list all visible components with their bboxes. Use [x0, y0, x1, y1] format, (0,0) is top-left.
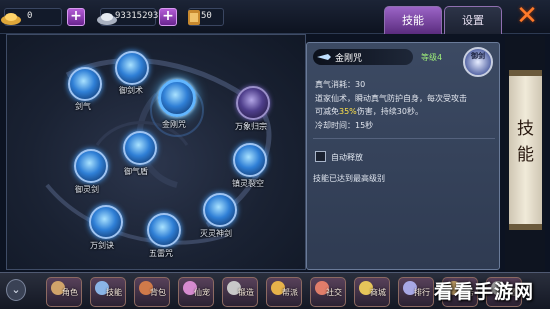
skill-node-sword-qi[interactable] — [68, 67, 102, 101]
skill-node-label: 剑气 — [75, 102, 91, 111]
desc-text: 伤害，持续30秒。 — [356, 107, 423, 116]
tab-skills[interactable]: 技能 — [384, 6, 442, 34]
skill-node-label: 御灵剑 — [75, 185, 99, 194]
nav-label: 仙宠 — [194, 288, 210, 297]
silver-currency: 933152938 — [97, 8, 164, 26]
nav-label: 排行 — [414, 288, 430, 297]
nav-bag[interactable]: 背包 — [134, 277, 170, 307]
divider — [313, 138, 495, 139]
damage-reduction-percent: 35% — [339, 107, 357, 116]
skill-node-five-thunder[interactable] — [147, 213, 181, 247]
skill-description-line-1: 道家仙术，瞬动真气防护自身，每次受攻击 — [315, 94, 467, 103]
skill-node-spirit-rift[interactable] — [233, 143, 267, 177]
max-level-notice: 技能已达到最高级别 — [313, 174, 385, 183]
skill-node-label: 五雷咒 — [149, 249, 173, 258]
add-gold-button[interactable]: + — [67, 8, 85, 26]
side-title-scroll: 技 能 — [505, 36, 545, 274]
watermark-text: 看看手游网 — [434, 281, 535, 303]
skill-node-label: 万剑诀 — [90, 241, 114, 250]
nav-pet[interactable]: 仙宠 — [178, 277, 214, 307]
auto-release-checkbox[interactable] — [315, 151, 326, 162]
portrait-label: 御剑 — [471, 52, 485, 60]
gold-ingot-icon — [1, 13, 21, 25]
nav-label: 角色 — [62, 288, 78, 297]
skill-detail-panel: 金刚咒 等级4 御剑 真气消耗：30 道家仙术，瞬动真气防护自身，每次受攻击 可… — [306, 42, 500, 270]
skill-name: 金刚咒 — [335, 54, 363, 64]
sword-icon — [317, 54, 331, 60]
skill-name-bar: 金刚咒 — [313, 49, 413, 65]
nav-label: 帮派 — [282, 288, 298, 297]
nav-character[interactable]: 角色 — [46, 277, 82, 307]
skill-node-label: 灭灵神剑 — [200, 229, 232, 238]
nav-label: 社交 — [326, 288, 342, 297]
skill-node-spirit-sword[interactable] — [74, 149, 108, 183]
skill-node-label: 御剑术 — [119, 86, 143, 95]
skill-node-qi-shield[interactable] — [123, 131, 157, 165]
desc-text: 可减免 — [315, 107, 339, 116]
gold-value: 0 — [27, 11, 33, 21]
skill-level: 等级4 — [421, 53, 443, 62]
nav-guild[interactable]: 帮派 — [266, 277, 302, 307]
skill-node-myriad-return[interactable] — [236, 86, 270, 120]
skill-node-golden-shield[interactable] — [158, 79, 196, 117]
scroll-paper: 技 能 — [509, 70, 542, 230]
scroll-title-line: 技 — [517, 119, 534, 139]
nav-ranking[interactable]: 排行 — [398, 277, 434, 307]
nav-label: 技能 — [106, 288, 122, 297]
scroll-title-line: 能 — [517, 145, 534, 165]
cooldown: 冷却时间：15秒 — [315, 121, 374, 130]
skill-description-line-2: 可减免35%伤害，持续30秒。 — [315, 106, 495, 118]
skill-node-spirit-divine-sword[interactable] — [203, 193, 237, 227]
skill-node-label: 镇灵裂空 — [232, 179, 264, 188]
top-resource-bar: 0 + 933152938 + 50 技能 设置 ✕ — [0, 0, 550, 34]
gold-currency: 0 — [1, 8, 62, 26]
nav-label: 背包 — [150, 288, 166, 297]
skill-node-label: 万象归宗 — [235, 122, 267, 131]
skill-node-label: 金刚咒 — [162, 120, 186, 129]
scroll-title: 技 能 — [509, 116, 542, 168]
nav-skills[interactable]: 技能 — [90, 277, 126, 307]
collapse-menu-button[interactable]: ⌄ — [6, 279, 26, 301]
skill-tree-panel: 剑气 御剑术 金刚咒 万象归宗 御气盾 御灵剑 镇灵裂空 灭灵神剑 万剑诀 五雷… — [6, 34, 306, 270]
skill-node-myriad-sword[interactable] — [89, 205, 123, 239]
nav-social[interactable]: 社交 — [310, 277, 346, 307]
scroll-currency: 50 — [188, 8, 224, 26]
nav-label: 商城 — [370, 288, 386, 297]
skill-node-label: 御气盾 — [124, 167, 148, 176]
auto-release-label: 自动释放 — [331, 153, 363, 162]
add-silver-button[interactable]: + — [159, 8, 177, 26]
skill-node-sword-control[interactable] — [115, 51, 149, 85]
class-portrait-avatar: 御剑 — [463, 47, 493, 77]
mana-cost: 真气消耗：30 — [315, 80, 366, 89]
nav-label: 锻造 — [238, 288, 254, 297]
scroll-value: 50 — [201, 11, 212, 21]
nav-shop[interactable]: 商城 — [354, 277, 390, 307]
nav-forge[interactable]: 锻造 — [222, 277, 258, 307]
silver-value: 933152938 — [115, 11, 164, 21]
tab-settings[interactable]: 设置 — [444, 6, 502, 34]
close-icon[interactable]: ✕ — [512, 3, 542, 31]
